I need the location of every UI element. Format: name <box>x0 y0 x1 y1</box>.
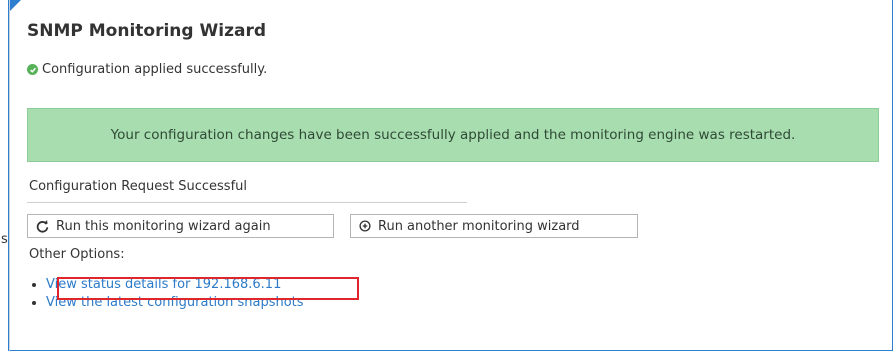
sidebar-edge-text: s <box>1 232 8 247</box>
status-text: Configuration applied successfully. <box>42 62 268 77</box>
page-title: SNMP Monitoring Wizard <box>27 21 266 41</box>
success-alert-text: Your configuration changes have been suc… <box>110 127 796 143</box>
request-divider <box>27 202 467 203</box>
corner-marker <box>9 0 21 12</box>
run-another-wizard-button[interactable]: Run another monitoring wizard <box>350 214 638 238</box>
run-wizard-again-label: Run this monitoring wizard again <box>56 218 271 234</box>
run-wizard-again-button[interactable]: Run this monitoring wizard again <box>27 214 334 238</box>
check-circle-icon <box>27 64 38 75</box>
highlight-box <box>57 277 359 300</box>
left-divider <box>9 0 10 351</box>
plus-circle-icon <box>359 220 371 232</box>
success-alert: Your configuration changes have been suc… <box>27 108 879 162</box>
other-options-label: Other Options: <box>29 247 125 262</box>
run-another-wizard-label: Run another monitoring wizard <box>378 218 580 234</box>
refresh-icon <box>36 219 49 233</box>
status-message: Configuration applied successfully. <box>27 62 267 77</box>
request-header: Configuration Request Successful <box>29 179 247 194</box>
